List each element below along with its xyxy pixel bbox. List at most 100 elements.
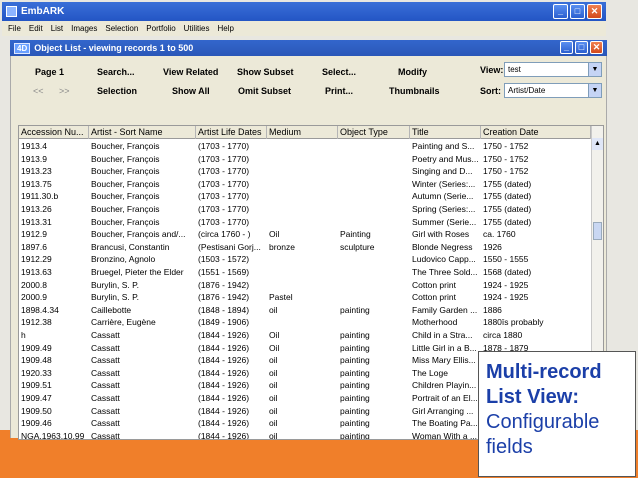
menu-portfolio[interactable]: Portfolio <box>142 24 179 33</box>
table-row[interactable]: 1913.63 Bruegel, Pieter the Elder (1551 - … <box>19 266 591 279</box>
cell-object-type: painting <box>340 342 370 353</box>
table-row[interactable]: 2000.8 Burylin, S. P. (1876 - 1942) Cotton … <box>19 279 591 292</box>
cell-accession: h <box>21 330 26 340</box>
cell-title: Girl with Roses <box>412 229 470 240</box>
prev-page-button[interactable]: << <box>33 86 44 96</box>
column-header-medium[interactable]: Medium <box>267 126 338 139</box>
chevron-down-icon: ▼ <box>588 63 601 76</box>
cell-accession: 1913.4 <box>21 141 47 151</box>
cell-title: Child in a Stra... <box>412 330 473 340</box>
cell-artist: Boucher, François <box>91 141 160 151</box>
table-row[interactable]: 1912.9 Boucher, François and/... (circa 17… <box>19 228 591 241</box>
page-button[interactable]: Page 1 <box>35 67 64 77</box>
table-row[interactable]: 1913.26 Boucher, François (1703 - 1770) Spr… <box>19 203 591 216</box>
search-button[interactable]: Search... <box>97 67 135 77</box>
scroll-thumb[interactable] <box>593 222 602 240</box>
cell-accession: 1898.4.34 <box>21 304 59 315</box>
cell-accession: 1913.26 <box>21 204 52 214</box>
column-header-artist[interactable]: Artist - Sort Name <box>89 126 196 139</box>
column-header-object-type[interactable]: Object Type <box>338 126 410 139</box>
cell-medium: oil <box>269 405 278 416</box>
chevron-down-icon: ▼ <box>588 84 601 97</box>
table-row[interactable]: h Cassatt (1844 - 1926) Oil painting Child in… <box>19 329 591 342</box>
cell-accession: 2000.9 <box>21 292 47 303</box>
object-list-title-bar[interactable]: 4D Object List - viewing records 1 to 50… <box>10 40 607 56</box>
cell-medium: Oil <box>269 229 280 240</box>
selection-button[interactable]: Selection <box>97 86 137 96</box>
cell-title: Motherhood <box>412 317 458 328</box>
cell-accession: 1913.63 <box>21 267 52 277</box>
column-header-life-dates[interactable]: Artist Life Dates <box>196 126 267 139</box>
child-minimize-button[interactable]: _ <box>560 41 573 54</box>
child-close-button[interactable]: ✕ <box>590 41 603 54</box>
cell-artist: Cassatt <box>91 342 120 353</box>
menu-selection[interactable]: Selection <box>101 24 142 33</box>
omit-subset-button[interactable]: Omit Subset <box>238 86 291 96</box>
child-maximize-button[interactable]: □ <box>575 41 588 54</box>
table-row[interactable]: 2000.9 Burylin, S. P. (1876 - 1942) Pastel C… <box>19 291 591 304</box>
app-title: EmbARK <box>21 6 65 17</box>
menu-file[interactable]: File <box>4 24 25 33</box>
print-button[interactable]: Print... <box>325 86 353 96</box>
app-title-bar[interactable]: EmbARK _ □ ✕ <box>2 2 606 21</box>
cell-artist: Carrière, Eugène <box>91 317 156 328</box>
menu-help[interactable]: Help <box>213 24 237 33</box>
close-button[interactable]: ✕ <box>587 4 602 19</box>
menu-utilities[interactable]: Utilities <box>180 24 214 33</box>
maximize-button[interactable]: □ <box>570 4 585 19</box>
child-window-controls: _ □ ✕ <box>560 41 603 54</box>
menu-list[interactable]: List <box>47 24 67 33</box>
table-row[interactable]: 1913.9 Boucher, François (1703 - 1770) Poet… <box>19 153 591 166</box>
column-header-creation-date[interactable]: Creation Date <box>481 126 591 139</box>
cell-creation-date: 1880īs probably <box>483 317 544 328</box>
table-row[interactable]: 1911.30.b Boucher, François (1703 - 1770) A… <box>19 190 591 203</box>
table-row[interactable]: 1913.23 Boucher, François (1703 - 1770) Sin… <box>19 165 591 178</box>
cell-title: Little Girl in a B... <box>412 342 477 353</box>
show-subset-button[interactable]: Show Subset <box>237 67 294 77</box>
cell-artist: Cassatt <box>91 330 120 340</box>
menu-images[interactable]: Images <box>67 24 101 33</box>
cell-accession: 1913.31 <box>21 216 52 227</box>
cell-artist: Boucher, François <box>91 204 160 214</box>
cell-artist: Cassatt <box>91 405 120 416</box>
modify-button[interactable]: Modify <box>398 67 427 77</box>
column-header-title[interactable]: Title <box>410 126 481 139</box>
cell-accession: 1920.33 <box>21 367 52 378</box>
cell-accession: NGA.1963.10.99 <box>21 430 85 440</box>
cell-object-type: Painting <box>340 229 371 240</box>
column-header-accession[interactable]: Accession Nu... <box>19 126 89 139</box>
select-button[interactable]: Select... <box>322 67 356 77</box>
table-row[interactable]: 1897.6 Brancusi, Constantin (Pestisani Gor… <box>19 241 591 254</box>
cell-life-dates: (1703 - 1770) <box>198 141 250 151</box>
next-page-button[interactable]: >> <box>59 86 70 96</box>
cell-life-dates: (1844 - 1926) <box>198 418 250 429</box>
minimize-button[interactable]: _ <box>553 4 568 19</box>
table-row[interactable]: 1913.31 Boucher, François (1703 - 1770) Sum… <box>19 216 591 229</box>
cell-creation-date: 1886 <box>483 304 502 315</box>
table-row[interactable]: 1913.4 Boucher, François (1703 - 1770) Pain… <box>19 140 591 153</box>
cell-title: Children Playin... <box>412 380 477 391</box>
sort-select[interactable]: Artist/Date ▼ <box>504 83 602 98</box>
cell-life-dates: (1844 - 1926) <box>198 355 250 366</box>
show-all-button[interactable]: Show All <box>172 86 210 96</box>
table-row[interactable]: 1912.29 Bronzino, Agnolo (1503 - 1572) Ludo… <box>19 253 591 266</box>
cell-object-type: painting <box>340 380 370 391</box>
cell-life-dates: (circa 1760 - ) <box>198 229 251 240</box>
view-related-button[interactable]: View Related <box>163 67 218 77</box>
cell-creation-date: 1924 - 1925 <box>483 279 529 290</box>
scroll-up-arrow-icon[interactable]: ▲ <box>592 138 603 150</box>
menu-edit[interactable]: Edit <box>25 24 47 33</box>
cell-creation-date: 1926 <box>483 241 502 252</box>
thumbnails-button[interactable]: Thumbnails <box>389 86 440 96</box>
cell-medium: oil <box>269 355 278 366</box>
cell-creation-date: circa 1880 <box>483 330 523 340</box>
view-select[interactable]: test ▼ <box>504 62 602 77</box>
cell-creation-date: ca. 1760 <box>483 229 516 240</box>
cell-life-dates: (1551 - 1569) <box>198 267 250 277</box>
cell-object-type: sculpture <box>340 241 375 252</box>
cell-life-dates: (1503 - 1572) <box>198 254 250 265</box>
table-row[interactable]: 1898.4.34 Caillebotte (1848 - 1894) oil pain… <box>19 304 591 317</box>
cell-creation-date: 1550 - 1555 <box>483 254 529 265</box>
table-row[interactable]: 1912.38 Carrière, Eugène (1849 - 1906) Moth… <box>19 316 591 329</box>
table-row[interactable]: 1913.75 Boucher, François (1703 - 1770) Win… <box>19 178 591 191</box>
